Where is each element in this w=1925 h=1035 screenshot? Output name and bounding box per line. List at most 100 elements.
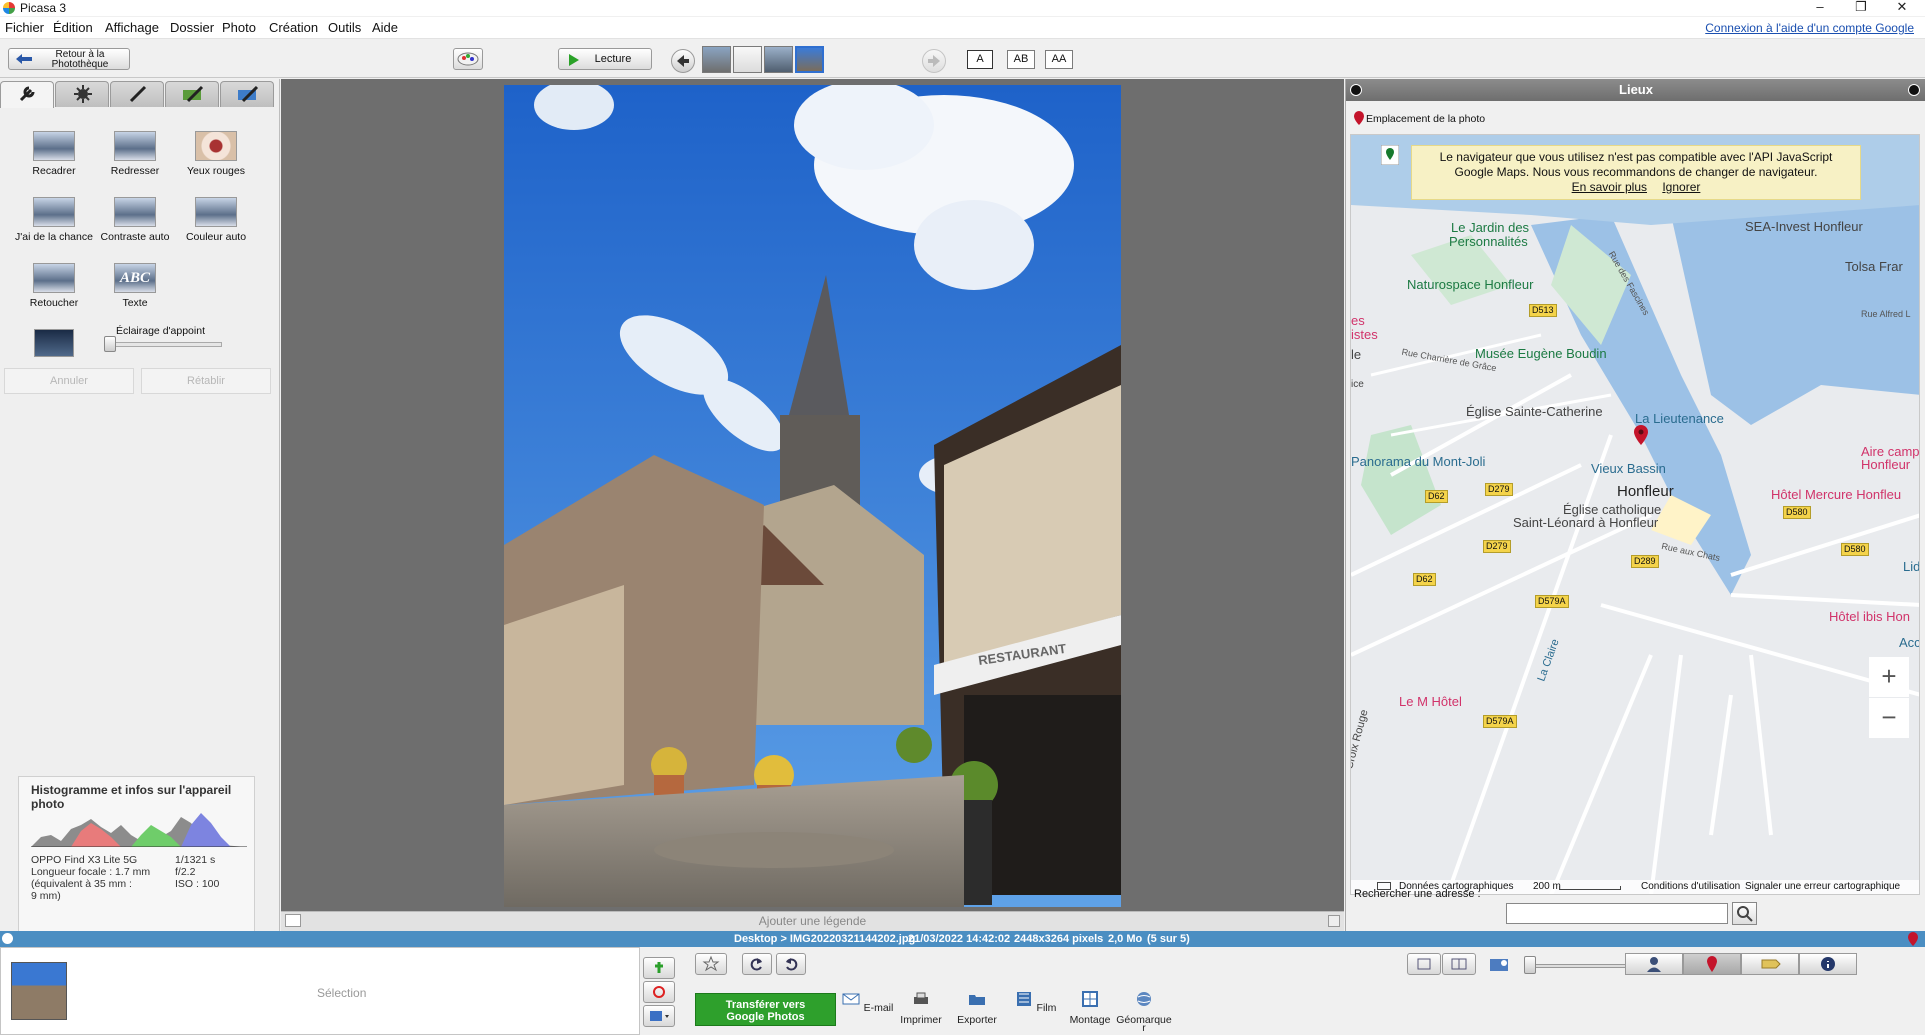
focal-equiv-2: 9 mm) xyxy=(31,890,61,902)
map-pin-green-icon[interactable] xyxy=(1381,145,1399,165)
address-search-input[interactable] xyxy=(1506,903,1728,924)
slideshow-play-button[interactable]: Lecture xyxy=(558,48,652,70)
rotate-right-icon xyxy=(786,958,798,971)
rotate-left-button[interactable] xyxy=(742,953,772,975)
export-button[interactable]: Exporter xyxy=(947,991,1007,1026)
filmstrip-thumb-selected[interactable] xyxy=(795,46,824,73)
caption-bar[interactable]: Ajouter une légende xyxy=(281,911,1344,931)
previous-photo-button[interactable] xyxy=(671,49,695,73)
zoom-slider[interactable] xyxy=(1524,964,1640,968)
road-label: D579A xyxy=(1483,715,1517,728)
zoom-out-button[interactable]: − xyxy=(1869,698,1909,738)
collapse-icon[interactable] xyxy=(1350,84,1362,96)
collapse-status-icon[interactable] xyxy=(2,933,13,944)
caption-mode-ab-button[interactable]: AB xyxy=(1007,50,1035,69)
google-map[interactable]: Le navigateur que vous utilisez n'est pa… xyxy=(1350,134,1920,895)
map-label-ice: ice xyxy=(1351,379,1364,390)
menu-edition[interactable]: Édition xyxy=(53,20,93,35)
map-label-honfleur: Honfleur xyxy=(1617,483,1674,500)
map-report-link[interactable]: Signaler une erreur cartographique xyxy=(1745,881,1900,892)
photo-image[interactable]: RESTAURANT xyxy=(504,85,1121,907)
red-eye-tool[interactable]: Yeux rouges xyxy=(176,131,256,177)
add-to-album-button[interactable] xyxy=(643,1005,675,1027)
filmstrip-thumb[interactable] xyxy=(733,46,762,73)
edit-tabs xyxy=(0,79,280,108)
crop-tool[interactable]: Recadrer xyxy=(14,131,94,177)
fill-light-slider[interactable] xyxy=(104,342,222,347)
menu-aide[interactable]: Aide xyxy=(372,20,398,35)
rotate-right-button[interactable] xyxy=(776,953,806,975)
caption-mode-aa-button[interactable]: AA xyxy=(1045,50,1073,69)
learn-more-link[interactable]: En savoir plus xyxy=(1572,180,1647,194)
road-label: D580 xyxy=(1841,543,1869,556)
crop-label: Recadrer xyxy=(32,165,76,177)
tab-effects-3[interactable] xyxy=(220,81,274,107)
people-tab[interactable] xyxy=(1625,953,1683,975)
retouch-tool[interactable]: Retoucher xyxy=(14,263,94,309)
focal-equiv: (équivalent à 35 mm : xyxy=(31,878,132,890)
auto-contrast-tool[interactable]: Contraste auto xyxy=(95,197,175,243)
menu-fichier[interactable]: Fichier xyxy=(5,20,44,35)
road-label: D580 xyxy=(1783,506,1811,519)
fill-light-slider-handle[interactable] xyxy=(104,336,116,352)
notice-line2: Google Maps. Nous vous recommandons de c… xyxy=(1454,165,1818,179)
map-terms-link[interactable]: Conditions d'utilisation xyxy=(1641,881,1740,892)
view-large-button[interactable] xyxy=(1442,953,1476,975)
undo-button[interactable]: Annuler xyxy=(4,368,134,394)
church-photo: RESTAURANT xyxy=(504,85,1121,907)
caption-mode-a-button[interactable]: A xyxy=(967,50,993,69)
tab-tuning[interactable] xyxy=(55,81,109,107)
clear-tray-button[interactable] xyxy=(643,981,675,1003)
hold-pin-button[interactable] xyxy=(643,957,675,979)
filmstrip-thumb[interactable] xyxy=(764,46,793,73)
lucky-tool[interactable]: J'ai de la chance xyxy=(14,197,94,243)
close-panel-icon[interactable] xyxy=(1908,84,1920,96)
menu-affichage[interactable]: Affichage xyxy=(105,20,159,35)
minimize-button[interactable]: – xyxy=(1800,0,1840,16)
arrow-left-icon xyxy=(16,54,32,64)
tab-effects-1[interactable] xyxy=(110,81,164,107)
places-tab[interactable] xyxy=(1683,953,1741,975)
close-button[interactable]: ✕ xyxy=(1882,0,1922,16)
straighten-tool[interactable]: Redresser xyxy=(95,131,175,177)
effects-button[interactable] xyxy=(453,48,483,70)
caption-close-icon[interactable] xyxy=(1328,915,1340,927)
caption-icon[interactable] xyxy=(285,914,301,927)
movie-button[interactable]: Film xyxy=(1005,991,1065,1014)
text-tool[interactable]: ABC Texte xyxy=(95,263,175,309)
tray-thumbnail[interactable] xyxy=(11,962,67,1020)
tags-tab[interactable] xyxy=(1741,953,1799,975)
crop-icon xyxy=(33,131,75,161)
info-tab[interactable] xyxy=(1799,953,1857,975)
tab-basic-fixes[interactable] xyxy=(0,81,54,108)
menu-photo[interactable]: Photo xyxy=(222,20,256,35)
arrow-left-icon xyxy=(677,55,689,67)
menu-creation[interactable]: Création xyxy=(269,20,318,35)
view-small-button[interactable] xyxy=(1407,953,1441,975)
tab-effects-2[interactable] xyxy=(165,81,219,107)
transfer-google-photos-button[interactable]: Transférer vers Google Photos xyxy=(695,993,836,1026)
print-button[interactable]: Imprimer xyxy=(891,991,951,1026)
zoom-slider-handle[interactable] xyxy=(1524,956,1536,974)
collage-button[interactable]: Montage xyxy=(1060,991,1120,1026)
ignore-link[interactable]: Ignorer xyxy=(1662,180,1700,194)
menu-dossier[interactable]: Dossier xyxy=(170,20,214,35)
google-login-link[interactable]: Connexion à l'aide d'un compte Google xyxy=(1705,21,1914,35)
redo-button[interactable]: Rétablir xyxy=(141,368,271,394)
geotag-button[interactable]: Géomarque r xyxy=(1114,991,1174,1035)
zoom-in-button[interactable]: + xyxy=(1869,657,1909,697)
email-button[interactable]: E-mail xyxy=(837,991,897,1014)
address-search-button[interactable] xyxy=(1732,902,1757,925)
maximize-button[interactable]: ❐ xyxy=(1841,0,1881,16)
photo-location-marker-icon[interactable] xyxy=(1634,425,1648,445)
menu-outils[interactable]: Outils xyxy=(328,20,361,35)
email-icon xyxy=(842,993,860,1005)
star-button[interactable] xyxy=(695,953,727,975)
back-to-library-button[interactable]: Retour à la Photothèque xyxy=(8,48,130,70)
filmstrip-thumb[interactable] xyxy=(702,46,731,73)
pin-icon xyxy=(1354,111,1364,125)
auto-color-tool[interactable]: Couleur auto xyxy=(176,197,256,243)
lucky-label: J'ai de la chance xyxy=(15,231,93,243)
large-grid-icon xyxy=(1451,958,1467,970)
next-photo-button[interactable] xyxy=(922,49,946,73)
